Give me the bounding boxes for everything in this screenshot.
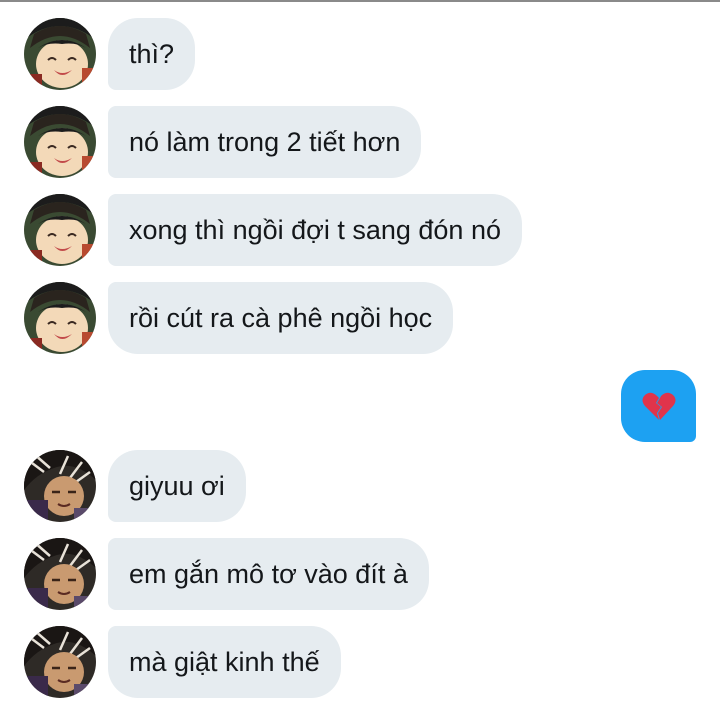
message-text: giyuu ơi (129, 470, 225, 501)
avatar[interactable] (24, 18, 96, 90)
message-bubble[interactable]: thì? (108, 18, 196, 90)
message-text: mà giật kinh thế (129, 646, 320, 677)
message-row: nó làm trong 2 tiết hơn (0, 106, 720, 178)
message-row: xong thì ngồi đợi t sang đón nó (0, 194, 720, 266)
avatar[interactable] (24, 626, 96, 698)
message-text: rồi cút ra cà phê ngồi học (129, 302, 433, 333)
avatar[interactable] (24, 106, 96, 178)
message-row: rồi cút ra cà phê ngồi học (0, 282, 720, 354)
message-row: mà giật kinh thế (0, 626, 720, 698)
message-bubble[interactable]: nó làm trong 2 tiết hơn (108, 106, 422, 178)
avatar[interactable] (24, 450, 96, 522)
broken-heart-icon (642, 391, 676, 421)
sent-message-bubble[interactable] (621, 370, 696, 442)
message-bubble[interactable]: giyuu ơi (108, 450, 246, 522)
message-text: xong thì ngồi đợi t sang đón nó (129, 214, 501, 245)
message-row: em gắn mô tơ vào đít à (0, 538, 720, 610)
avatar[interactable] (24, 538, 96, 610)
message-text: thì? (129, 38, 175, 69)
avatar[interactable] (24, 282, 96, 354)
message-bubble[interactable]: rồi cút ra cà phê ngồi học (108, 282, 454, 354)
avatar[interactable] (24, 194, 96, 266)
message-row: giyuu ơi (0, 450, 720, 522)
message-bubble[interactable]: mà giật kinh thế (108, 626, 341, 698)
message-row (0, 370, 720, 442)
message-row: thì? (0, 18, 720, 90)
message-text: nó làm trong 2 tiết hơn (129, 126, 401, 157)
message-bubble[interactable]: xong thì ngồi đợi t sang đón nó (108, 194, 522, 266)
top-divider (0, 0, 720, 2)
message-bubble[interactable]: em gắn mô tơ vào đít à (108, 538, 429, 610)
message-text: em gắn mô tơ vào đít à (129, 558, 408, 589)
